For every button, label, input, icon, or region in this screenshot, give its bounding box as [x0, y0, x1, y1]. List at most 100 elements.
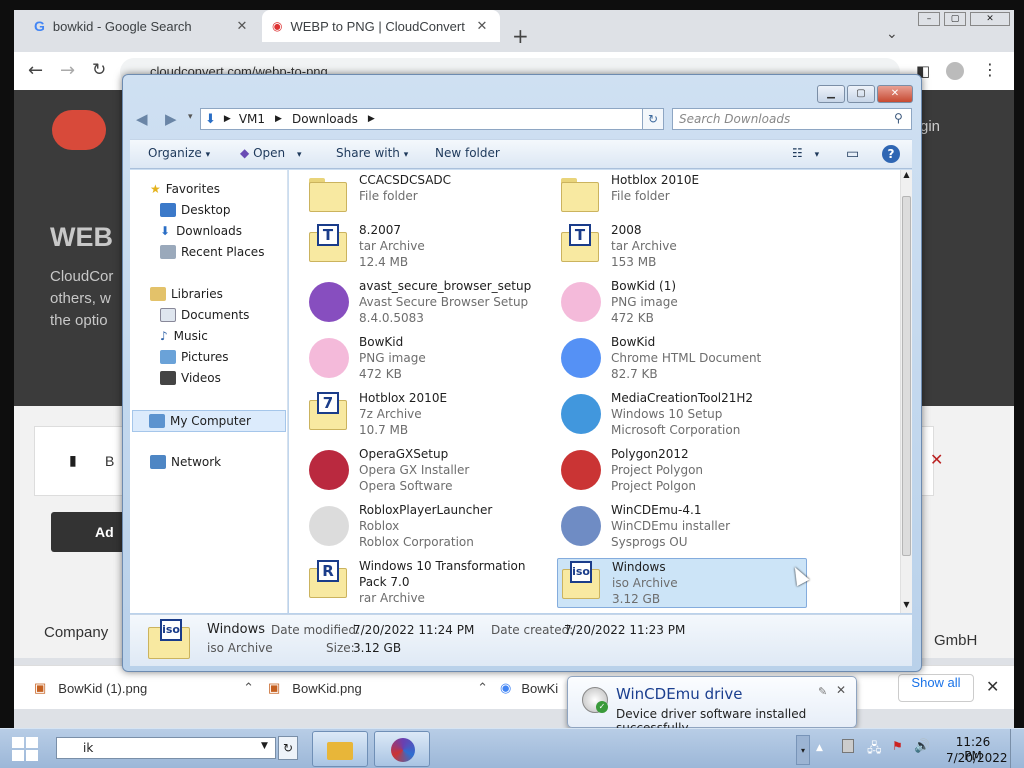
reload-icon[interactable]: ↻ — [92, 60, 106, 80]
chevron-right-icon[interactable]: ▶ — [224, 114, 231, 124]
file-item[interactable]: MediaCreationTool21H2 Windows 10 Setup Mic… — [557, 390, 807, 440]
file-item[interactable]: iso Windows iso Archive 3.12 GB — [557, 558, 807, 608]
usb-drive-icon[interactable] — [842, 739, 854, 753]
login-link[interactable]: gin — [920, 118, 940, 135]
maximize-icon[interactable]: ▢ — [847, 85, 875, 103]
close-downloads-icon[interactable]: ✕ — [986, 677, 999, 696]
nav-network[interactable]: Network — [150, 455, 221, 469]
add-files-button[interactable]: Ad — [51, 512, 131, 552]
file-item[interactable]: WinCDEmu-4.1 WinCDEmu installer Sysprogs O… — [557, 502, 807, 552]
file-detail: 3.12 GB — [612, 592, 661, 606]
refresh-icon[interactable]: ↻ — [642, 108, 664, 130]
file-item[interactable]: BowKid Chrome HTML Document 82.7 KB — [557, 334, 807, 384]
search-input[interactable]: Search Downloads — [672, 108, 912, 130]
scrollbar[interactable]: ▲ ▼ — [900, 170, 912, 613]
history-dropdown-icon[interactable]: ▾ — [188, 112, 193, 122]
notification-balloon[interactable]: ✓ WinCDEmu drive Device driver software … — [567, 676, 857, 735]
remove-file-icon[interactable]: ✕ — [930, 450, 943, 469]
forward-icon[interactable]: → — [60, 60, 75, 81]
file-item[interactable]: Hotblox 2010E File folder — [557, 172, 807, 222]
start-button[interactable] — [12, 737, 40, 761]
show-desktop-button[interactable] — [1010, 729, 1024, 768]
videos-icon — [160, 371, 176, 385]
archive-R-icon: R — [305, 558, 351, 604]
file-item[interactable]: BowKid (1) PNG image 472 KB — [557, 278, 807, 328]
breadcrumb-vm1[interactable]: VM1 — [239, 112, 265, 126]
menu-icon[interactable]: ⋮ — [982, 60, 998, 79]
network-icon[interactable]: 🖧 — [867, 739, 882, 761]
file-item[interactable]: CCACSDCSADC File folder — [305, 172, 555, 222]
file-item[interactable]: 7 Hotblox 2010E 7z Archive 10.7 MB — [305, 390, 555, 440]
view-options-icon[interactable]: ☷ ▾ — [792, 146, 819, 160]
preview-pane-icon[interactable]: ▭ — [846, 146, 859, 162]
file-name: WinCDEmu-4.1 — [611, 503, 702, 517]
show-hidden-icons[interactable]: ▲ — [816, 743, 823, 753]
file-item[interactable]: OperaGXSetup Opera GX Installer Opera Soft… — [305, 446, 555, 496]
share-with-button[interactable]: Share with ▾ — [336, 146, 408, 160]
close-icon[interactable]: ✕ — [877, 85, 913, 103]
pin-icon[interactable]: ✎ — [818, 685, 827, 698]
breadcrumb-downloads[interactable]: Downloads — [292, 112, 358, 126]
chevron-right-icon[interactable]: ▶ — [275, 114, 282, 124]
profile-avatar[interactable] — [946, 62, 964, 80]
file-item[interactable]: BowKid PNG image 472 KB — [305, 334, 555, 384]
nav-pictures[interactable]: Pictures — [160, 350, 229, 364]
nav-music[interactable]: ♪ Music — [160, 329, 208, 343]
show-all-button[interactable]: Show all — [898, 674, 974, 702]
file-item[interactable]: T 8.2007 tar Archive 12.4 MB — [305, 222, 555, 272]
file-item[interactable]: R Windows 10 Transformation Pack 7.0 rar A… — [305, 558, 555, 608]
clock-date[interactable]: 7/20/2022 — [946, 751, 1008, 765]
tab-cloudconvert[interactable]: ◉ WEBP to PNG | CloudConvert ✕ — [262, 10, 500, 42]
file-detail: PNG image — [611, 295, 678, 309]
open-button[interactable]: ◆ Open ▾ — [240, 146, 301, 160]
file-name: Polygon2012 — [611, 447, 689, 461]
nav-my-computer[interactable]: My Computer — [132, 410, 286, 432]
tab-google-search[interactable]: G bowkid - Google Search ✕ — [24, 10, 260, 42]
forward-icon[interactable]: ▶ — [165, 110, 177, 128]
file-item[interactable]: T 2008 tar Archive 153 MB — [557, 222, 807, 272]
organize-button[interactable]: Organize ▾ — [148, 146, 210, 160]
search-icon[interactable]: ⚲ — [894, 111, 903, 125]
maximize-icon[interactable]: ▢ — [944, 12, 966, 26]
file-item[interactable]: Polygon2012 Project Polygon Project Polgon — [557, 446, 807, 496]
download-item[interactable]: ▣ BowKid.png ⌃ — [268, 666, 488, 710]
download-item[interactable]: ▣ BowKid (1).png ⌃ — [34, 666, 254, 710]
back-icon[interactable]: ← — [28, 60, 43, 81]
help-icon[interactable]: ? — [882, 145, 900, 163]
go-refresh-icon[interactable]: ↻ — [278, 736, 298, 760]
nav-desktop[interactable]: Desktop — [160, 203, 231, 217]
address-toolbar-input[interactable]: ik ▼ — [56, 737, 276, 759]
taskbar-explorer-button[interactable] — [312, 731, 368, 767]
close-notification-icon[interactable]: ✕ — [836, 683, 846, 697]
opera-icon — [305, 446, 351, 492]
taskbar-app-button[interactable] — [374, 731, 430, 767]
nav-documents[interactable]: Documents — [160, 308, 249, 322]
new-folder-button[interactable]: New folder — [435, 146, 500, 160]
minimize-icon[interactable]: – — [918, 12, 940, 26]
back-icon[interactable]: ◀ — [136, 110, 148, 128]
nav-downloads[interactable]: ⬇ Downloads — [160, 224, 242, 238]
volume-icon[interactable]: 🔊 — [914, 739, 930, 754]
scroll-icon[interactable]: ▾ — [796, 735, 810, 765]
nav-recent-places[interactable]: Recent Places — [160, 245, 264, 259]
minimize-icon[interactable]: ▁ — [817, 85, 845, 103]
nav-libraries[interactable]: Libraries — [150, 287, 223, 301]
file-item[interactable]: avast_secure_browser_setup Avast Secure B… — [305, 278, 555, 328]
close-tab-icon[interactable]: ✕ — [474, 18, 490, 34]
nav-videos[interactable]: Videos — [160, 371, 221, 385]
close-tab-icon[interactable]: ✕ — [234, 18, 250, 34]
recent-places-icon — [160, 245, 176, 259]
file-detail: 12.4 MB — [359, 255, 409, 269]
dropdown-icon[interactable]: ▼ — [261, 741, 268, 751]
company-label: Company — [44, 624, 109, 641]
address-bar[interactable]: ⬇ ▶ VM1 ▶ Downloads ▶ ▾ — [200, 108, 664, 130]
new-tab-icon[interactable]: + — [512, 24, 529, 48]
archive-T-icon: T — [305, 222, 351, 268]
file-item[interactable]: RobloxPlayerLauncher Roblox Roblox Corpora… — [305, 502, 555, 552]
close-icon[interactable]: ✕ — [970, 12, 1010, 26]
action-center-icon[interactable]: ⚑ — [892, 739, 903, 753]
nav-favorites[interactable]: ★ Favorites — [150, 182, 220, 196]
file-detail: 10.7 MB — [359, 423, 409, 437]
chevron-right-icon[interactable]: ▶ — [368, 114, 375, 124]
tab-search-icon[interactable]: ⌄ — [886, 26, 898, 42]
